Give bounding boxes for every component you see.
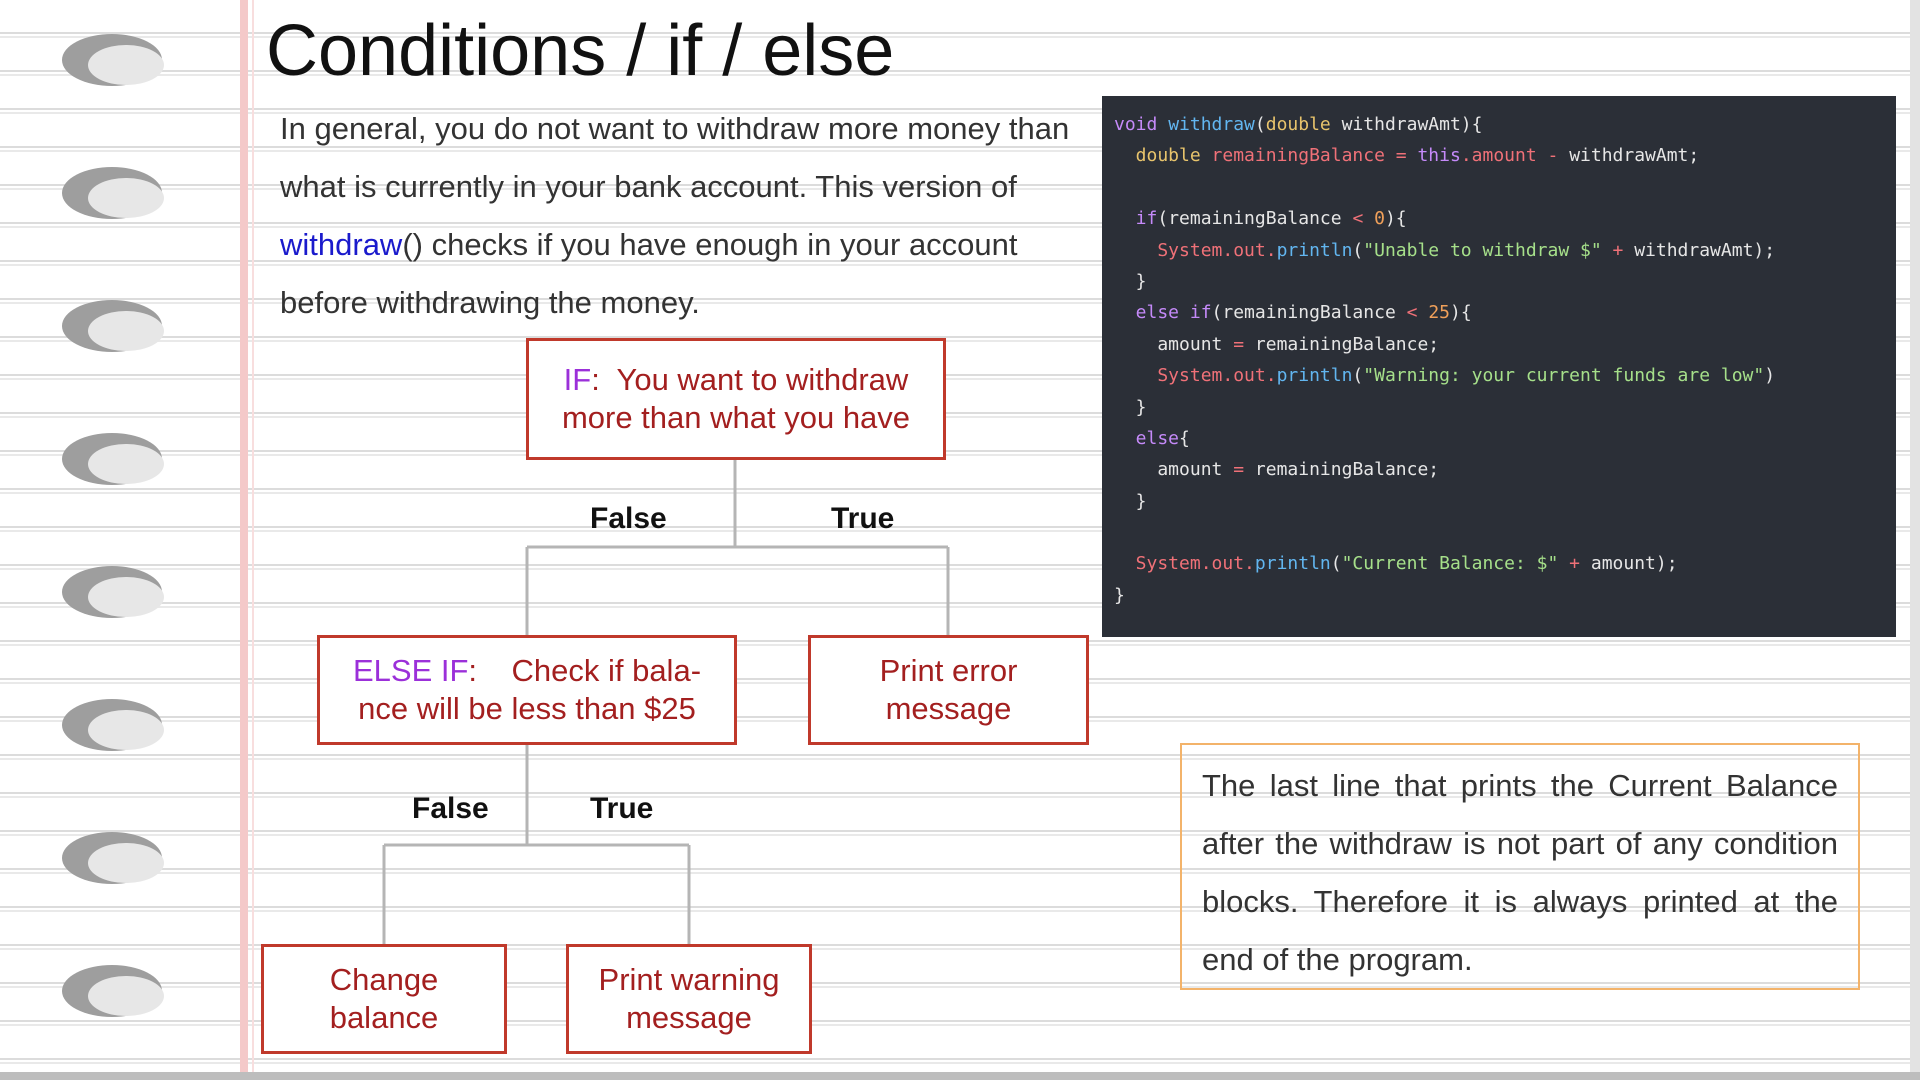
if-condition-line1-text: : You want to withdraw [591,362,909,397]
elseif-condition-line2: nce will be less than $25 [358,691,696,726]
print-error-text: Print error message [880,652,1018,728]
elseif-condition-line1: ELSE IF: Check if bala- [353,652,701,690]
elseif-true-label: True [590,792,654,825]
if-condition-line2: more than what you have [561,400,911,435]
elseif-condition-text: ELSE IF: Check if bala- nce will be less… [353,652,701,728]
if-true-label: True [831,502,895,535]
elseif-condition-line1-text: : Check if bala- [468,653,702,688]
elseif-keyword: ELSE IF [352,653,469,688]
change-balance-text: Change balance [330,961,439,1037]
if-false-label: False [590,502,667,535]
if-condition-line1: IF: You want to withdraw [562,361,910,399]
print-warning-text: Print warning message [599,961,780,1037]
print-error-line1: Print error [879,653,1018,688]
if-keyword: IF [563,362,592,397]
elseif-condition-box: ELSE IF: Check if bala- nce will be less… [317,635,737,745]
change-balance-line1: Change [329,962,439,997]
if-condition-text: IF: You want to withdraw more than what … [562,361,910,437]
change-balance-line2: balance [329,1000,439,1035]
print-warning-box: Print warning message [566,944,812,1054]
print-warning-line1: Print warning [598,962,780,997]
slide: Conditions / if / else In general, you d… [0,0,1920,1080]
if-condition-box: IF: You want to withdraw more than what … [526,338,946,460]
current-balance-note: The last line that prints the Current Ba… [1180,743,1860,990]
print-error-box: Print error message [808,635,1089,745]
elseif-false-label: False [412,792,489,825]
print-warning-line2: message [626,1000,752,1035]
change-balance-box: Change balance [261,944,507,1054]
print-error-line2: message [885,691,1012,726]
